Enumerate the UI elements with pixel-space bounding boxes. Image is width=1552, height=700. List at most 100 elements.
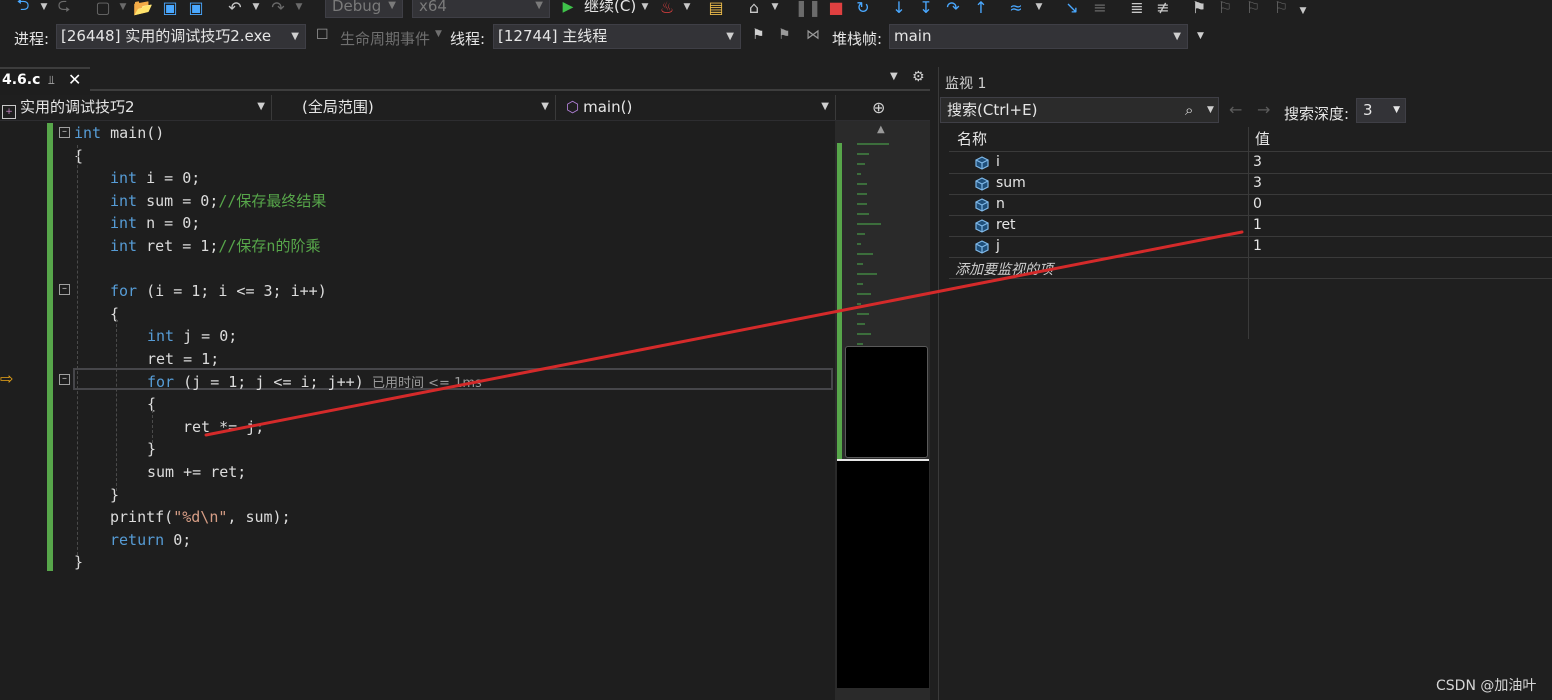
play-icon[interactable]: ▶: [560, 0, 576, 18]
hot-reload-dropdown-icon[interactable]: ▼: [682, 0, 692, 18]
code-line[interactable]: {: [0, 393, 835, 415]
hex-dropdown-icon[interactable]: ▼: [1034, 0, 1044, 18]
toolbar-overflow-icon[interactable]: ▼: [1197, 31, 1204, 41]
split-window-icon[interactable]: ⊕: [872, 98, 885, 117]
step-over-arc-icon[interactable]: ↷: [944, 0, 962, 18]
watch-search-input[interactable]: 搜索(Ctrl+E) ⌕ ▼: [940, 97, 1219, 123]
scroll-up-icon[interactable]: ▲: [877, 124, 885, 135]
watch-value[interactable]: 3: [1253, 175, 1262, 191]
search-back-icon[interactable]: ←: [1229, 100, 1242, 119]
code-line[interactable]: int n = 0;: [0, 212, 835, 234]
flag-threads-icon[interactable]: ⚑: [778, 27, 791, 43]
code-line[interactable]: ret *= j;: [0, 416, 835, 438]
code-line[interactable]: for (i = 1; i <= 3; i++): [0, 280, 835, 302]
code-line[interactable]: {: [0, 145, 835, 167]
code-line[interactable]: int sum = 0;//保存最终结果: [0, 190, 835, 212]
application-icon[interactable]: ⌂: [744, 0, 764, 18]
column-header-name[interactable]: 名称: [957, 127, 987, 151]
step-into-icon[interactable]: ↓: [890, 0, 908, 18]
collapse-icon[interactable]: –: [59, 374, 70, 385]
watch-row[interactable]: ret 1: [949, 216, 1552, 237]
forward-icon[interactable]: ⮎: [55, 0, 73, 18]
pin-icon[interactable]: ⫫: [48, 73, 55, 88]
platform-dropdown[interactable]: x64 ▼: [412, 0, 550, 18]
scope-dropdown[interactable]: (全局范围) ▼: [276, 95, 556, 120]
project-dropdown[interactable]: + 实用的调试技巧2 ▼: [0, 95, 272, 120]
minimap-preview-area[interactable]: [837, 459, 929, 688]
add-watch-item[interactable]: 添加要监视的项: [955, 259, 1053, 279]
pause-icon[interactable]: ❚❚: [795, 0, 822, 18]
next-bookmark-icon[interactable]: ⚐: [1244, 0, 1262, 18]
continue-button[interactable]: 继续(C): [584, 0, 636, 16]
watch-value[interactable]: 0: [1253, 196, 1262, 212]
back-dropdown-icon[interactable]: ▼: [38, 0, 50, 18]
clear-bookmarks-icon[interactable]: ⚐: [1272, 0, 1290, 18]
gear-icon[interactable]: ⚙: [912, 69, 925, 85]
hex-display-icon[interactable]: ≈: [1006, 0, 1026, 18]
code-line[interactable]: ret = 1;: [0, 348, 835, 370]
close-icon[interactable]: ✕: [68, 70, 81, 89]
code-line[interactable]: return 0;: [0, 529, 835, 551]
step-out-icon[interactable]: ↑: [972, 0, 990, 18]
save-icon[interactable]: ▣: [161, 0, 179, 18]
watch-value[interactable]: 3: [1253, 154, 1262, 170]
diagnostics-icon[interactable]: ▤: [706, 0, 726, 18]
code-line[interactable]: {: [0, 303, 835, 325]
code-line[interactable]: for (j = 1; j <= i; j++) 已用时间 <= 1ms: [0, 371, 835, 393]
run-to-cursor-icon[interactable]: ≡: [1090, 0, 1110, 18]
minimap-scrollbar[interactable]: ▲: [835, 121, 930, 700]
watch-value[interactable]: 1: [1253, 238, 1262, 254]
configuration-dropdown[interactable]: Debug ▼: [325, 0, 403, 18]
watch-row[interactable]: sum 3: [949, 174, 1552, 195]
code-line[interactable]: }: [0, 438, 835, 460]
undo-dropdown-icon[interactable]: ▼: [251, 0, 261, 18]
watch-value[interactable]: 1: [1253, 217, 1262, 233]
watch-row[interactable]: j1: [949, 237, 1552, 258]
step-over-icon[interactable]: ↧: [917, 0, 935, 18]
add-watch-row[interactable]: 添加要监视的项: [949, 258, 1552, 279]
code-line[interactable]: sum += ret;: [0, 461, 835, 483]
uncomment-icon[interactable]: ≢: [1153, 0, 1173, 18]
code-line[interactable]: int main(): [0, 122, 835, 144]
watch-row[interactable]: i3: [949, 153, 1552, 174]
code-line[interactable]: }: [0, 484, 835, 506]
bookmark-icon[interactable]: ⚑: [1190, 0, 1208, 18]
lifecycle-dropdown-icon[interactable]: ▼: [435, 29, 442, 39]
search-forward-icon[interactable]: →: [1257, 100, 1270, 119]
continue-dropdown-icon[interactable]: ▼: [640, 0, 650, 18]
code-line[interactable]: int i = 0;: [0, 167, 835, 189]
tab-list-dropdown-icon[interactable]: ▼: [890, 71, 898, 82]
thread-dropdown[interactable]: [12744] 主线程 ▼: [493, 24, 741, 49]
redo-icon[interactable]: ↷: [268, 0, 288, 18]
flag-thread-icon[interactable]: ⚑: [752, 27, 765, 43]
hot-reload-icon[interactable]: ♨: [657, 0, 677, 18]
redo-dropdown-icon[interactable]: ▼: [294, 0, 304, 18]
show-next-statement-icon[interactable]: ↘: [1062, 0, 1082, 18]
code-line[interactable]: int j = 0;: [0, 325, 835, 347]
stop-icon[interactable]: ■: [828, 0, 844, 18]
code-area[interactable]: ⇨ int main(){int i = 0; int sum = 0;//保存最…: [0, 121, 835, 700]
split-stack-icon[interactable]: ⋈: [806, 27, 820, 43]
comment-out-icon[interactable]: ≣: [1127, 0, 1147, 18]
search-icon[interactable]: ⌕: [1185, 98, 1193, 122]
collapse-icon[interactable]: –: [59, 127, 70, 138]
search-options-icon[interactable]: ▼: [1207, 98, 1214, 122]
code-line[interactable]: [0, 258, 835, 280]
minimap-viewport[interactable]: [845, 346, 928, 458]
new-item-icon[interactable]: ▢: [92, 0, 114, 18]
save-all-icon[interactable]: ▣: [187, 0, 205, 18]
collapse-icon[interactable]: –: [59, 284, 70, 295]
restart-icon[interactable]: ↻: [854, 0, 872, 18]
search-depth-dropdown[interactable]: 3 ▼: [1356, 98, 1406, 123]
open-folder-icon[interactable]: 📂: [133, 0, 153, 18]
code-line[interactable]: printf("%d\n", sum);: [0, 506, 835, 528]
prev-bookmark-icon[interactable]: ⚐: [1216, 0, 1234, 18]
code-line[interactable]: }: [0, 551, 835, 573]
watch-row[interactable]: n0: [949, 195, 1552, 216]
back-icon[interactable]: ⮌: [14, 0, 32, 18]
undo-icon[interactable]: ↶: [225, 0, 245, 18]
new-item-dropdown-icon[interactable]: ▼: [118, 0, 128, 18]
process-dropdown[interactable]: [26448] 实用的调试技巧2.exe ▼: [56, 24, 306, 49]
toolbar-overflow-icon[interactable]: ▼: [1298, 0, 1308, 22]
stack-frame-dropdown[interactable]: main ▼: [889, 24, 1188, 49]
